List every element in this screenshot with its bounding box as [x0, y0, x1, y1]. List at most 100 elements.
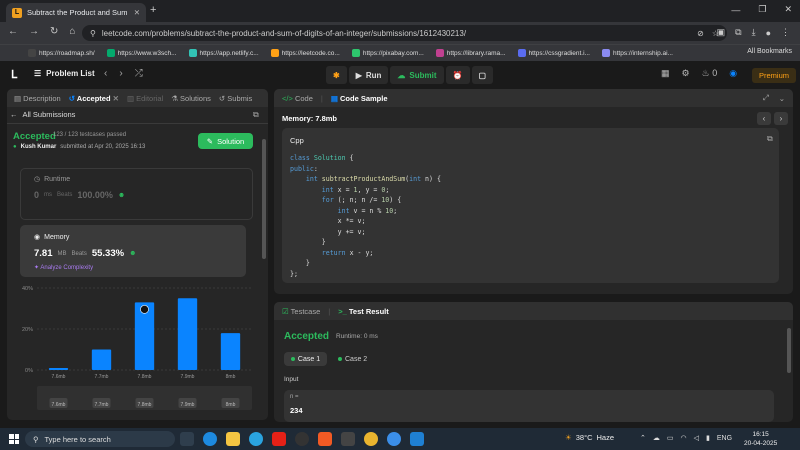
browser-tab[interactable]: L Subtract the Product and Sum ✕: [6, 3, 146, 22]
file-explorer-icon[interactable]: [226, 432, 240, 446]
link-icon[interactable]: ⧉: [253, 110, 259, 120]
terminal-icon[interactable]: [341, 432, 355, 446]
tab-solutions[interactable]: ⚗ Solutions: [171, 94, 211, 103]
bookmark-item[interactable]: https://leetcode.co...: [270, 49, 340, 57]
youtube-icon[interactable]: [272, 432, 286, 446]
scrollbar[interactable]: [787, 328, 791, 373]
telegram-icon[interactable]: [249, 432, 263, 446]
brave-icon[interactable]: [318, 432, 332, 446]
copy-icon[interactable]: ⧉: [767, 134, 773, 144]
timer-button[interactable]: ⏰: [445, 66, 470, 84]
shuffle-icon[interactable]: ⤮: [135, 68, 143, 79]
chrome-icon[interactable]: [364, 432, 378, 446]
tab-divider: |: [328, 306, 331, 316]
close-tab-icon[interactable]: ✕: [134, 8, 140, 17]
site-info-icon[interactable]: ⚲: [90, 29, 96, 38]
tab-code-sample[interactable]: ▤ Code Sample: [331, 94, 388, 103]
tab-submissions[interactable]: ↺ Submis: [219, 94, 252, 103]
close-tab-icon[interactable]: ✕: [113, 94, 119, 103]
home-icon[interactable]: ⌂: [69, 26, 75, 37]
bookmark-item[interactable]: https://internship.ai...: [601, 49, 673, 57]
trophy-icon: ☻: [117, 191, 126, 199]
bookmark-item[interactable]: https://app.netlify.c...: [188, 49, 259, 57]
bookmark-item[interactable]: https://pixabay.com...: [351, 49, 424, 57]
reload-icon[interactable]: ↻: [50, 26, 58, 37]
chevron-down-icon[interactable]: ⌄: [779, 94, 785, 103]
forward-icon[interactable]: →: [29, 26, 39, 37]
next-sample-icon[interactable]: ›: [774, 112, 788, 125]
debug-button[interactable]: ✱: [326, 66, 347, 84]
premium-button[interactable]: Premium: [752, 68, 796, 83]
search-placeholder: Type here to search: [44, 434, 111, 444]
next-problem-icon[interactable]: ›: [119, 68, 122, 79]
code-text[interactable]: class Solution { public: int subtractPro…: [290, 153, 441, 279]
tab-testcase[interactable]: ☑ Testcase: [282, 307, 320, 316]
tab-code[interactable]: </> Code: [282, 94, 313, 103]
omnibox[interactable]: ⚲ leetcode.com/problems/subtract-the-pro…: [82, 25, 727, 41]
streak-counter[interactable]: ♨ 0: [702, 68, 718, 79]
language-indicator[interactable]: ENG: [717, 435, 732, 442]
solution-label: Solution: [217, 136, 245, 146]
windows-start-icon[interactable]: [9, 434, 19, 444]
tab-accepted[interactable]: ↺ Accepted ✕: [69, 94, 119, 103]
username[interactable]: Kush Kumar: [21, 144, 57, 150]
editorial-icon: ▥: [126, 93, 137, 103]
battery-plug-icon[interactable]: ▮: [706, 434, 710, 442]
battery-icon[interactable]: ▭: [667, 434, 674, 442]
new-tab-icon[interactable]: +: [150, 4, 156, 16]
tab-test-result[interactable]: >_ Test Result: [338, 307, 389, 316]
cloud-icon[interactable]: ☁: [653, 434, 660, 442]
bookmark-item[interactable]: https://cssgradient.i...: [517, 49, 590, 57]
taskbar-search[interactable]: ⚲ Type here to search: [25, 431, 175, 447]
scrollbar[interactable]: [262, 139, 266, 259]
maximize-icon[interactable]: ❐: [758, 4, 766, 15]
case-2-tab[interactable]: Case 2: [338, 352, 367, 366]
bookmark-item[interactable]: https://library.rama...: [435, 49, 506, 57]
extensions-puzzle-icon[interactable]: ⧉: [735, 27, 741, 38]
edge-icon[interactable]: [203, 432, 217, 446]
close-window-icon[interactable]: ✕: [784, 4, 792, 15]
avatar[interactable]: ◉: [729, 68, 737, 79]
task-view-icon[interactable]: [180, 432, 194, 446]
clock[interactable]: 16:15 20-04-2025: [744, 430, 777, 448]
leetcode-logo-icon[interactable]: ᒪ: [11, 68, 23, 81]
expand-icon[interactable]: ⤢: [763, 93, 769, 103]
case-1-tab[interactable]: Case 1: [284, 352, 327, 366]
all-submissions-link[interactable]: ← All Submissions: [10, 110, 75, 119]
terminal-icon: >_: [338, 306, 349, 316]
bookmark-item[interactable]: https://roadmap.sh/: [28, 49, 95, 57]
settings-gear-icon[interactable]: ⚙: [682, 68, 690, 79]
weather-widget[interactable]: ☀ 38°C Haze: [565, 433, 614, 442]
notes-button[interactable]: ▢: [471, 66, 494, 84]
url-text[interactable]: leetcode.com/problems/subtract-the-produ…: [102, 29, 466, 38]
submit-label: Submit: [409, 70, 437, 80]
all-bookmarks[interactable]: All Bookmarks: [747, 48, 792, 55]
back-icon[interactable]: ←: [8, 26, 18, 37]
analyze-label: Analyze Complexity: [40, 265, 94, 271]
problem-list-button[interactable]: ☰ Problem List: [34, 69, 95, 78]
chrome-profile-icon[interactable]: [387, 432, 401, 446]
volume-icon[interactable]: ◁: [694, 434, 699, 442]
chatgpt-icon[interactable]: [295, 432, 309, 446]
layout-icon[interactable]: ▦: [661, 68, 670, 79]
submit-button[interactable]: ☁ Submit: [390, 66, 444, 84]
extension-icon[interactable]: ▣: [717, 27, 726, 38]
tab-description[interactable]: ▤ Description: [14, 94, 61, 103]
prev-sample-icon[interactable]: ‹: [757, 112, 771, 125]
analyze-complexity-link[interactable]: ✦ Analyze Complexity: [34, 264, 93, 271]
menu-icon[interactable]: ⋮: [781, 27, 790, 38]
minimize-icon[interactable]: —: [731, 5, 740, 15]
beats-label: Beats: [57, 192, 73, 198]
bookmark-item[interactable]: https://www.w3sch...: [106, 49, 177, 57]
eye-off-icon[interactable]: ⊘: [697, 29, 704, 38]
profile-icon[interactable]: ●: [766, 28, 771, 38]
tab-editorial[interactable]: ▥ Editorial: [127, 94, 163, 103]
prev-problem-icon[interactable]: ‹: [104, 68, 107, 79]
vscode-icon[interactable]: [410, 432, 424, 446]
solution-button[interactable]: ✎ Solution: [198, 133, 253, 149]
downloads-icon[interactable]: ⤓: [752, 27, 756, 38]
problem-list-label: Problem List: [46, 69, 95, 78]
run-button[interactable]: ▶ Run: [348, 66, 389, 84]
wifi-icon[interactable]: ◠: [681, 434, 687, 442]
chevron-up-icon[interactable]: ⌃: [640, 434, 646, 442]
